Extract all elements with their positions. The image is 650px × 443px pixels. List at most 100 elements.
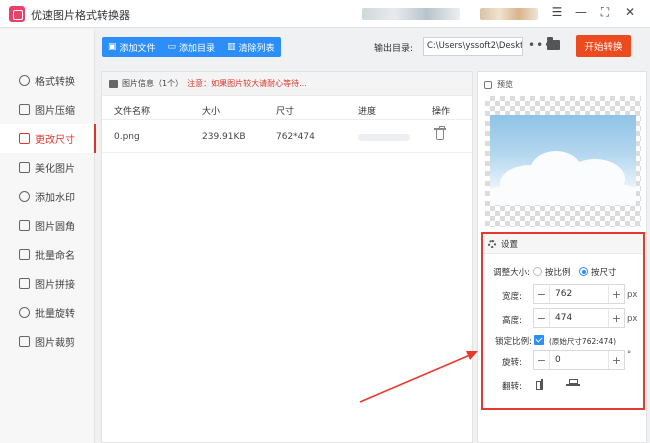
close-icon[interactable]: ✕ <box>622 5 638 19</box>
toolbar: ▣ 添加文件 ▭ 添加目录 ▥ 清除列表 输出目录: C:\Users\ysso… <box>96 29 650 67</box>
width-increment-button[interactable]: + <box>608 285 624 303</box>
add-file-button[interactable]: ▣ 添加文件 <box>102 37 162 57</box>
maximize-icon[interactable]: ⛶ <box>597 5 613 20</box>
height-input[interactable]: 474 <box>550 313 608 323</box>
blurred-avatar <box>480 8 538 20</box>
sidebar-item-rounded-corner[interactable]: 图片圆角 <box>0 211 95 240</box>
rotate-icon <box>19 307 30 318</box>
column-header-name: 文件名称 <box>114 107 151 117</box>
height-decrement-button[interactable]: − <box>534 309 550 327</box>
sidebar-item-format-convert[interactable]: 格式转换 <box>0 66 95 95</box>
open-folder-icon[interactable] <box>547 37 560 50</box>
output-dir-field[interactable]: C:\Users\yssoft2\Deskt <box>423 37 523 56</box>
convert-icon <box>19 75 30 86</box>
sidebar: 格式转换 图片压缩 更改尺寸 美化图片 添加水印 图片圆角 批量命名 图片拼接 … <box>0 29 96 443</box>
sidebar-item-stitch[interactable]: 图片拼接 <box>0 269 95 298</box>
sidebar-item-label: 添加水印 <box>35 193 75 204</box>
lock-ratio-checkbox[interactable] <box>534 335 544 345</box>
sidebar-item-watermark[interactable]: 添加水印 <box>0 182 95 211</box>
output-dir-label: 输出目录: <box>374 44 414 54</box>
column-header-progress: 进度 <box>358 107 377 117</box>
progress-bar <box>358 134 410 141</box>
file-info-title: 图片信息（1个） <box>122 79 184 88</box>
rotate-increment-button[interactable]: + <box>608 351 624 369</box>
width-unit: px <box>627 290 638 300</box>
settings-title: 设置 <box>501 239 519 250</box>
sidebar-item-beautify[interactable]: 美化图片 <box>0 153 95 182</box>
sidebar-item-compress[interactable]: 图片压缩 <box>0 95 95 124</box>
resize-icon <box>19 133 30 144</box>
sidebar-item-resize[interactable]: 更改尺寸 <box>0 124 96 153</box>
file-actions-group: ▣ 添加文件 ▭ 添加目录 ▥ 清除列表 <box>102 37 281 57</box>
original-size-text: (原始尺寸762:474) <box>549 337 617 346</box>
start-convert-button[interactable]: 开始转换 <box>576 35 631 57</box>
file-size-cell: 239.91KB <box>202 132 246 142</box>
sidebar-item-label: 批量旋转 <box>35 309 75 320</box>
watermark-icon <box>19 191 30 202</box>
add-file-icon: ▣ <box>108 42 117 52</box>
sidebar-item-label: 图片裁剪 <box>35 338 75 349</box>
resize-mode-label: 调整大小: <box>493 268 530 278</box>
trash-small-icon: ▥ <box>227 42 236 52</box>
sidebar-item-label: 批量命名 <box>35 251 75 262</box>
row-divider <box>102 152 472 153</box>
rounded-corner-icon <box>19 220 30 231</box>
rotate-stepper[interactable]: − 0 + <box>533 350 625 370</box>
image-icon <box>109 79 118 88</box>
rename-icon <box>19 249 30 260</box>
rotate-decrement-button[interactable]: − <box>534 351 550 369</box>
file-list-header: 图片信息（1个） 注意：如果图片较大请耐心等待... <box>102 72 472 96</box>
preview-icon <box>484 80 492 89</box>
width-decrement-button[interactable]: − <box>534 285 550 303</box>
beautify-icon <box>19 162 30 173</box>
header-divider <box>102 119 472 120</box>
sidebar-item-label: 图片压缩 <box>35 106 75 117</box>
wait-notice: 注意：如果图片较大请耐心等待... <box>187 79 307 88</box>
crop-icon <box>19 336 30 347</box>
app-logo-icon <box>9 6 25 22</box>
stitch-icon <box>19 278 30 289</box>
add-file-label: 添加文件 <box>119 43 156 54</box>
resize-by-ratio-radio[interactable] <box>533 267 542 276</box>
height-increment-button[interactable]: + <box>608 309 624 327</box>
add-folder-label: 添加目录 <box>179 43 216 54</box>
compress-icon <box>19 104 30 115</box>
column-header-size: 大小 <box>202 107 221 117</box>
menu-icon[interactable]: ☰ <box>549 5 565 19</box>
blurred-account-info <box>362 8 460 20</box>
preview-canvas <box>485 96 641 227</box>
rotate-input[interactable]: 0 <box>550 355 608 365</box>
flip-vertical-icon[interactable] <box>566 379 580 390</box>
sidebar-item-label: 图片拼接 <box>35 280 75 291</box>
width-input[interactable]: 762 <box>550 289 608 299</box>
width-stepper[interactable]: − 762 + <box>533 284 625 304</box>
height-label: 高度: <box>502 316 522 326</box>
sidebar-item-crop[interactable]: 图片裁剪 <box>0 327 95 356</box>
app-title: 优速图片格式转换器 <box>31 9 130 22</box>
sidebar-item-label: 图片圆角 <box>35 222 75 233</box>
sidebar-item-rename[interactable]: 批量命名 <box>0 240 95 269</box>
folder-plus-icon: ▭ <box>167 42 177 52</box>
settings-panel: 设置 调整大小: 按比例 按尺寸 宽度: − 762 + px 高度: − 47… <box>481 232 645 410</box>
sidebar-item-rotate[interactable]: 批量旋转 <box>0 298 95 327</box>
width-label: 宽度: <box>502 292 522 302</box>
minimize-icon[interactable]: — <box>573 5 589 19</box>
flip-label: 翻转: <box>502 382 522 392</box>
resize-by-size-radio[interactable] <box>579 267 588 276</box>
gear-icon <box>488 239 496 248</box>
settings-header: 设置 <box>483 234 643 254</box>
file-list-panel: 图片信息（1个） 注意：如果图片较大请耐心等待... 文件名称 大小 尺寸 进度… <box>101 71 473 443</box>
file-name-cell: 0.png <box>114 132 140 142</box>
sidebar-item-label: 更改尺寸 <box>35 135 75 146</box>
flip-horizontal-icon[interactable] <box>536 379 548 390</box>
height-stepper[interactable]: − 474 + <box>533 308 625 328</box>
preview-image <box>490 115 636 205</box>
resize-by-ratio-label: 按比例 <box>545 268 571 278</box>
add-folder-button[interactable]: ▭ 添加目录 <box>162 37 222 57</box>
degree-unit: ° <box>627 350 632 360</box>
resize-by-size-label: 按尺寸 <box>591 268 617 278</box>
preview-title: 预览 <box>497 80 513 89</box>
clear-list-button[interactable]: ▥ 清除列表 <box>221 37 281 57</box>
delete-icon[interactable] <box>434 126 446 140</box>
lock-ratio-label: 锁定比例: <box>495 337 532 347</box>
